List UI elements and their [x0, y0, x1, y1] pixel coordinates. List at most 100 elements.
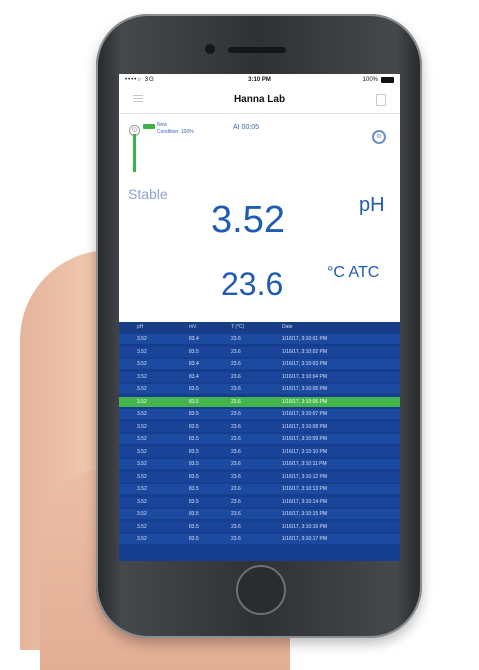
cell-date: 1/16/17, 3:10:11 PM — [282, 461, 327, 467]
cell-mv: 83.5 — [189, 461, 199, 467]
cell-ph: 3.52 — [137, 511, 147, 517]
header-ph: pH — [137, 324, 144, 330]
cell-ph: 3.52 — [137, 386, 147, 392]
cell-date: 1/16/17, 3:10:02 PM — [282, 348, 328, 355]
probe-condition-bar — [133, 134, 136, 172]
cell-temp: 23.6 — [231, 536, 241, 542]
table-row[interactable]: 3.52 83.5 23.6 1/16/17, 3:10:11 PM — [119, 459, 400, 469]
cell-ph: 3.52 — [137, 336, 147, 342]
probe-line1: New — [157, 122, 168, 128]
table-row[interactable]: 3.52 83.5 23.6 1/16/17, 3:10:06 PM — [119, 396, 400, 407]
ph-reading: 3.52 — [211, 199, 285, 241]
cell-ph: 3.52 — [137, 486, 147, 492]
cell-date: 1/16/17, 3:10:16 PM — [282, 523, 328, 530]
temperature-unit: °C ATC — [327, 264, 380, 281]
cell-ph: 3.52 — [137, 348, 147, 355]
log-timer: AI 00:05 — [233, 124, 260, 131]
cell-temp: 23.6 — [231, 486, 241, 492]
battery-percent: 100% — [362, 77, 378, 83]
cell-date: 1/16/17, 3:10:09 PM — [282, 436, 328, 442]
cell-date: 1/16/17, 3:10:14 PM — [282, 498, 328, 505]
header-mv: mV — [189, 324, 197, 330]
header-date: Date — [282, 324, 293, 330]
cell-date: 1/16/17, 3:10:01 PM — [282, 336, 328, 342]
probe-status: New Condition: 100% — [157, 122, 194, 136]
cell-temp: 23.6 — [231, 348, 241, 355]
header-temp: T (°C) — [231, 324, 245, 330]
cell-ph: 3.52 — [137, 448, 147, 455]
cell-date: 1/16/17, 3:10:15 PM — [282, 511, 328, 517]
cell-ph: 3.52 — [137, 498, 147, 505]
earpiece-speaker — [228, 47, 286, 53]
cell-mv: 83.5 — [189, 436, 199, 442]
cell-mv: 83.5 — [189, 498, 199, 505]
stability-status: Stable — [128, 186, 168, 202]
calibration-badge — [143, 124, 155, 129]
share-icon[interactable] — [376, 94, 386, 106]
table-row[interactable]: 3.52 83.5 23.6 1/16/17, 3:10:02 PM — [119, 346, 400, 357]
cell-date: 1/16/17, 3:10:07 PM — [282, 411, 328, 417]
cell-date: 1/16/17, 3:10:17 PM — [282, 536, 328, 542]
cell-mv: 83.5 — [189, 523, 199, 530]
table-row[interactable]: 3.52 83.5 23.6 1/16/17, 3:10:13 PM — [119, 484, 400, 494]
cell-date: 1/16/17, 3:10:08 PM — [282, 423, 328, 430]
table-row[interactable]: 3.52 83.5 23.6 1/16/17, 3:10:17 PM — [119, 534, 400, 544]
table-row[interactable]: 3.52 83.5 23.6 1/16/17, 3:10:10 PM — [119, 446, 400, 457]
nav-bar: Hanna Lab — [119, 88, 400, 112]
cell-mv: 83.5 — [189, 511, 199, 517]
cell-mv: 83.5 — [189, 473, 199, 480]
app-screen: ••••○ 3G 3:10 PM 100% Hanna Lab ⊙ New Co… — [119, 74, 400, 561]
cell-date: 1/16/17, 3:10:13 PM — [282, 486, 328, 492]
cell-mv: 83.4 — [189, 373, 199, 380]
log-header: pH mV T (°C) Date — [119, 322, 400, 332]
cell-mv: 83.5 — [189, 536, 199, 542]
table-row[interactable]: 3.52 83.5 23.6 1/16/17, 3:10:09 PM — [119, 434, 400, 444]
cell-ph: 3.52 — [137, 361, 147, 367]
cell-date: 1/16/17, 3:10:06 PM — [282, 398, 328, 405]
cell-date: 1/16/17, 3:10:10 PM — [282, 448, 328, 455]
cell-temp: 23.6 — [231, 448, 241, 455]
table-row[interactable]: 3.52 83.4 23.6 1/16/17, 3:10:01 PM — [119, 334, 400, 344]
log-table[interactable]: pH mV T (°C) Date 3.52 83.4 23.6 1/16/17, 3… — [119, 322, 400, 561]
cell-temp: 23.6 — [231, 423, 241, 430]
cell-temp: 23.6 — [231, 498, 241, 505]
app-title: Hanna Lab — [233, 94, 286, 105]
status-time: 3:10 PM — [248, 77, 271, 83]
cell-ph: 3.52 — [137, 423, 147, 430]
home-button[interactable] — [236, 565, 286, 615]
table-row[interactable]: 3.52 83.5 23.6 1/16/17, 3:10:14 PM — [119, 496, 400, 507]
table-row[interactable]: 3.52 83.5 23.6 1/16/17, 3:10:05 PM — [119, 384, 400, 394]
cell-temp: 23.6 — [231, 523, 241, 530]
table-row[interactable]: 3.52 83.4 23.6 1/16/17, 3:10:03 PM — [119, 359, 400, 369]
nav-divider — [119, 113, 400, 114]
cell-mv: 83.5 — [189, 411, 199, 417]
cell-temp: 23.6 — [231, 461, 241, 467]
cell-temp: 23.6 — [231, 473, 241, 480]
table-row[interactable]: 3.52 83.5 23.6 1/16/17, 3:10:16 PM — [119, 521, 400, 532]
status-bar: ••••○ 3G 3:10 PM 100% — [119, 74, 400, 88]
cell-temp: 23.6 — [231, 436, 241, 442]
table-row[interactable]: 3.52 83.5 23.6 1/16/17, 3:10:12 PM — [119, 471, 400, 482]
probe-condition: Condition: 100% — [157, 129, 194, 135]
cell-ph: 3.52 — [137, 536, 147, 542]
front-camera — [205, 44, 215, 54]
cell-mv: 83.5 — [189, 348, 199, 355]
cell-date: 1/16/17, 3:10:04 PM — [282, 373, 328, 380]
cell-mv: 83.4 — [189, 361, 199, 367]
cell-mv: 83.4 — [189, 336, 199, 342]
table-row[interactable]: 3.52 83.5 23.6 1/16/17, 3:10:07 PM — [119, 409, 400, 419]
table-row[interactable]: 3.52 83.5 23.6 1/16/17, 3:10:15 PM — [119, 509, 400, 519]
cell-date: 1/16/17, 3:10:05 PM — [282, 386, 328, 392]
cell-mv: 83.5 — [189, 423, 199, 430]
cell-date: 1/16/17, 3:10:03 PM — [282, 361, 328, 367]
gear-icon[interactable]: ⚙ — [372, 130, 386, 144]
table-row[interactable]: 3.52 83.4 23.6 1/16/17, 3:10:04 PM — [119, 371, 400, 382]
temperature-reading: 23.6 — [221, 266, 284, 302]
cell-mv: 83.5 — [189, 448, 199, 455]
cell-mv: 83.5 — [189, 398, 199, 405]
cell-temp: 23.6 — [231, 336, 241, 342]
table-row[interactable]: 3.52 83.5 23.6 1/16/17, 3:10:08 PM — [119, 421, 400, 432]
cell-temp: 23.6 — [231, 373, 241, 380]
cell-temp: 23.6 — [231, 511, 241, 517]
battery-icon — [381, 77, 394, 83]
